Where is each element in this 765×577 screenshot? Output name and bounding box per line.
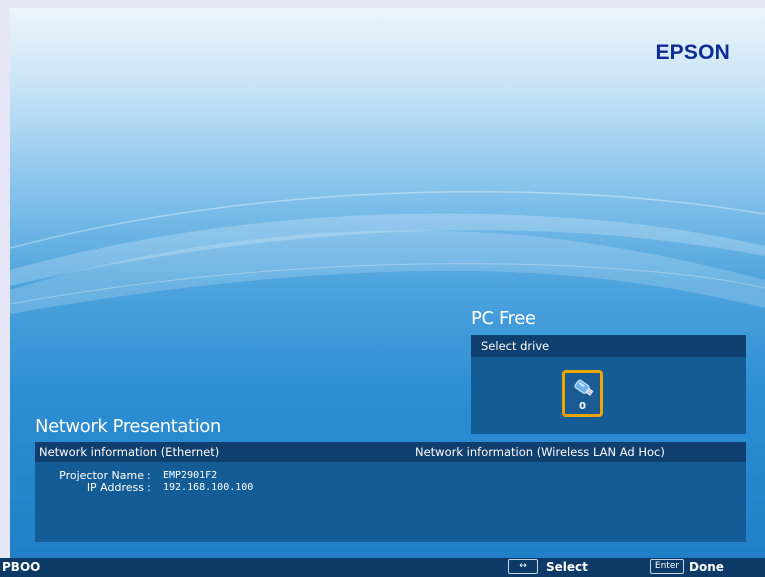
network-presentation-title: Network Presentation: [35, 416, 221, 437]
network-info-header: Network information (Ethernet) Network i…: [35, 442, 746, 462]
ip-address-value: 192.168.100.100: [163, 482, 254, 493]
ethernet-header: Network information (Ethernet): [39, 445, 220, 459]
projector-screen: EPSON PC Free Select drive 0 Network Pre…: [10, 8, 765, 558]
drive-item-0[interactable]: 0: [562, 370, 603, 417]
pc-free-title: PC Free: [471, 308, 536, 329]
projector-name-value: EMP2901F2: [163, 470, 218, 481]
left-right-arrow-key-icon: ↔: [508, 559, 538, 574]
epson-logo: EPSON: [655, 41, 730, 64]
select-hint: Select: [546, 560, 588, 574]
status-source-label: PBOO: [2, 560, 41, 574]
wireless-header: Network information (Wireless LAN Ad Hoc…: [415, 445, 665, 459]
field-separator: :: [147, 481, 151, 494]
usb-drive-icon: [571, 376, 595, 404]
network-info-panel: Network information (Ethernet) Network i…: [35, 442, 746, 542]
pc-free-panel: Select drive 0: [471, 335, 746, 434]
select-drive-header: Select drive: [471, 335, 746, 357]
drive-number: 0: [579, 401, 586, 412]
done-hint: Done: [689, 560, 724, 574]
status-bar: PBOO ↔ Select Enter Done: [0, 558, 765, 577]
enter-key-icon: Enter: [650, 559, 684, 574]
ip-address-label: IP Address: [86, 481, 144, 494]
